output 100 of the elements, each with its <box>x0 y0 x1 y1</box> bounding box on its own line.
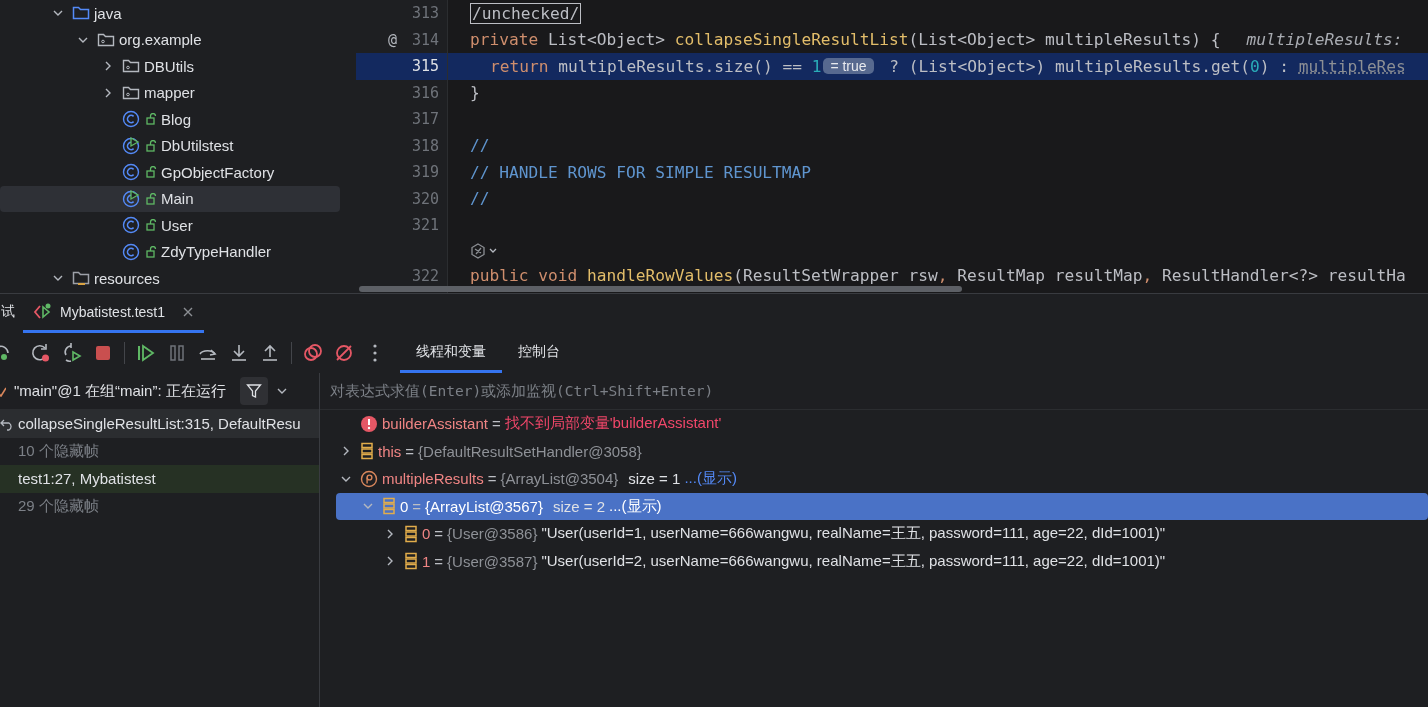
lock-icon <box>146 192 157 205</box>
inline-hint: multipleResults: <box>1246 30 1403 50</box>
tree-item[interactable]: GpObjectFactory <box>0 159 340 186</box>
folder-icon <box>72 270 90 287</box>
show-link[interactable]: ...(显示) <box>684 469 737 489</box>
code-text: multipleRes <box>1298 56 1406 76</box>
tab[interactable]: Mybatistest.test1 <box>23 294 205 333</box>
variable-row[interactable]: this = {DefaultResultSetHandler@3058} <box>336 437 1428 465</box>
inline-value-badge: = true <box>823 58 874 75</box>
string-value: "User(userId=2, userName=666wangwu, realName=王五, password=111, age=22, dId=1001)" <box>541 551 1166 571</box>
tab[interactable]: 线程和变量 <box>400 333 502 373</box>
show-link[interactable]: ...(显示) <box>609 496 662 516</box>
field-icon <box>360 442 374 461</box>
variable-row[interactable]: multipleResults = {ArrayList@3504} size = 1 ...(显示) <box>336 465 1428 493</box>
evaluate-field[interactable]: 对表达式求值(Enter)或添加监视(Ctrl+Shift+Enter) <box>320 382 1428 400</box>
reload-icon[interactable] <box>62 343 82 363</box>
code-text: List<Object> <box>546 30 666 50</box>
error-message: 找不到局部变量'builderAssistant' <box>504 414 722 434</box>
equals-sign: = <box>434 552 444 570</box>
package-icon <box>97 31 115 48</box>
object-reference: {ArrayList@3504} <box>500 470 619 488</box>
size-text: size = 2 <box>552 497 606 515</box>
tree-item[interactable]: Blog <box>0 106 340 133</box>
package-icon <box>122 84 140 101</box>
field-icon <box>404 524 418 543</box>
equals-sign: = <box>434 525 444 543</box>
thread-selector[interactable]: "main"@1 在组“main”: 正在运行 <box>14 381 226 401</box>
tree-item[interactable]: mapper <box>0 79 340 106</box>
variable-row[interactable]: 0 = {User@3586} "User(userId=1, userName=666wangwu, realName=王五, password=111, age=22, dId=1001)" <box>336 520 1428 548</box>
variable-name: 1 <box>422 552 431 570</box>
variable-row[interactable]: 0 = {ArrayList@3567} size = 2 ...(显示) <box>336 492 1428 520</box>
breakpoints-icon[interactable] <box>303 343 323 363</box>
restart-icon[interactable] <box>31 343 51 363</box>
variable-row[interactable]: builderAssistant = 找不到局部变量'builderAssistant' <box>336 410 1428 438</box>
code-text: 0 <box>1249 56 1260 76</box>
code-text: 1 <box>811 56 822 76</box>
stack-frame[interactable]: test1:27, Mybatistest <box>0 465 319 493</box>
lock-icon <box>146 166 157 179</box>
equals-sign: = <box>487 470 497 488</box>
code-text: ResultHandler<?> resultHa <box>1162 266 1406 286</box>
filter-icon <box>245 383 262 399</box>
filter-button[interactable] <box>239 377 268 405</box>
code-text: return <box>490 56 549 76</box>
package-icon <box>122 58 140 75</box>
code-text: } <box>470 83 480 103</box>
lock-icon <box>146 245 157 258</box>
debug-icon <box>33 303 53 321</box>
tree-item[interactable]: ZdyTypeHandler <box>0 238 340 265</box>
close-icon[interactable] <box>182 306 195 318</box>
lock-icon <box>146 113 157 126</box>
tab[interactable]: 试 <box>0 294 23 333</box>
tree-item[interactable]: DBUtils <box>0 53 340 80</box>
line-number: 315 <box>411 57 439 76</box>
tree-item[interactable]: Main <box>0 185 340 212</box>
hidden-frames-row[interactable]: 10 个隐藏帧 <box>0 437 319 465</box>
step-out-icon[interactable] <box>260 343 280 363</box>
object-reference: {User@3587} <box>447 552 538 570</box>
line-number: 314 <box>411 30 439 49</box>
line-number: 318 <box>411 136 439 155</box>
variable-name: 0 <box>422 525 431 543</box>
lock-icon <box>146 139 157 152</box>
line-number: 321 <box>411 216 439 235</box>
tree-item[interactable]: org.example <box>0 26 340 53</box>
hidden-frames-row[interactable]: 29 个隐藏帧 <box>0 492 319 520</box>
object-reference: {DefaultResultSetHandler@3058} <box>418 442 642 460</box>
mute-breakpoints-icon[interactable] <box>334 343 354 363</box>
variable-name: this <box>378 442 402 460</box>
override-marker[interactable]: @ <box>387 30 406 49</box>
stack-frame[interactable]: collapseSingleResultList:315, DefaultResu <box>0 410 319 438</box>
line-number: 317 <box>411 110 439 129</box>
folder-icon <box>72 5 90 22</box>
tree-item[interactable]: resources <box>0 265 340 292</box>
tree-item[interactable]: User <box>0 212 340 239</box>
parameter-icon <box>360 469 378 488</box>
code-text: multipleResults.size() == <box>557 56 803 76</box>
line-number: 322 <box>411 266 439 285</box>
object-reference: {User@3586} <box>447 525 538 543</box>
equals-sign: = <box>491 415 501 433</box>
variable-row[interactable]: 1 = {User@3587} "User(userId=2, userName=666wangwu, realName=王五, password=111, age=22, dId=1001)" <box>336 547 1428 575</box>
tree-item[interactable]: DbUtilstest <box>0 132 340 159</box>
variable-name: 0 <box>400 497 409 515</box>
stop-icon[interactable] <box>93 343 113 363</box>
string-value: "User(userId=1, userName=666wangwu, realName=王五, password=111, age=22, dId=1001)" <box>541 524 1166 544</box>
code-text: private <box>470 30 539 50</box>
scrollbar[interactable] <box>359 286 962 292</box>
code-text: ) : <box>1259 56 1290 76</box>
tree-item[interactable]: java <box>0 0 340 27</box>
lock-icon <box>146 219 157 232</box>
code-text: /unchecked/ <box>470 2 582 24</box>
code-text: // <box>470 136 490 156</box>
resume-icon[interactable] <box>136 343 156 363</box>
field-icon <box>404 552 418 571</box>
code-text: public void <box>470 266 579 286</box>
pause-icon <box>167 343 187 363</box>
line-number: 319 <box>411 163 439 182</box>
code-text: ResultMap resultMap <box>957 266 1143 286</box>
tab[interactable]: 控制台 <box>502 333 576 373</box>
code-editor[interactable] <box>356 0 1428 293</box>
step-into-icon[interactable] <box>229 343 249 363</box>
variable-name: multipleResults <box>382 470 484 488</box>
